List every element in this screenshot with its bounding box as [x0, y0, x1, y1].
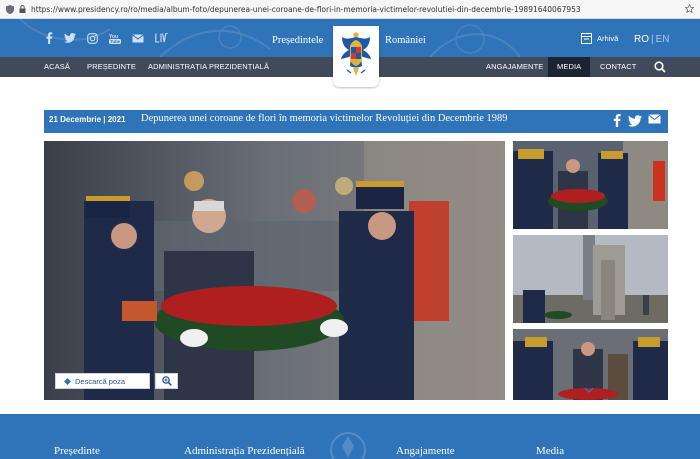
- live-icon[interactable]: [155, 33, 168, 43]
- share-email-icon[interactable]: [648, 114, 661, 124]
- nav-item-administratia[interactable]: ADMINISTRAȚIA PREZIDENȚIALĂ: [148, 57, 269, 77]
- archive-icon: [581, 33, 592, 44]
- page: https://www.presidency.ro/ro/media/album…: [0, 0, 700, 459]
- download-photo-button[interactable]: Descarcă poza: [55, 373, 150, 389]
- thumbnail-image: [513, 235, 668, 323]
- svg-text:Tube: Tube: [110, 39, 120, 44]
- lock-icon: [19, 5, 26, 13]
- footer-crest-watermark: [330, 432, 366, 459]
- shield-icon: [6, 4, 14, 14]
- nav-item-acasa[interactable]: ACASĂ: [44, 57, 70, 77]
- browser-toolbar-icons: [685, 4, 694, 13]
- nav-item-angajamente[interactable]: ANGAJAMENTE: [486, 57, 543, 77]
- main-photo[interactable]: [44, 141, 505, 400]
- download-label: Descarcă poza: [75, 376, 126, 386]
- instagram-icon[interactable]: [87, 32, 98, 44]
- archive-label: Arhivă: [597, 34, 619, 43]
- bookmark-star-icon[interactable]: [685, 4, 694, 13]
- zoom-button[interactable]: [155, 373, 178, 389]
- footer-link-administratia[interactable]: Administrația Prezidențială: [184, 445, 305, 457]
- coat-of-arms-icon: [341, 32, 371, 76]
- facebook-icon[interactable]: [45, 32, 53, 44]
- share-facebook-icon[interactable]: [610, 113, 624, 127]
- twitter-icon[interactable]: [64, 33, 76, 43]
- footer-link-angajamente[interactable]: Angajamente: [396, 445, 455, 457]
- nav-item-presedinte[interactable]: PREȘEDINTE: [87, 57, 136, 77]
- brand-title-left[interactable]: Președintele: [272, 35, 323, 46]
- share-twitter-icon[interactable]: [628, 114, 642, 128]
- site-footer: Președinte Administrația Prezidențială A…: [0, 414, 700, 459]
- gallery-thumbnail[interactable]: [513, 141, 668, 229]
- gallery-thumbnail[interactable]: [513, 235, 668, 323]
- main-photo-image: [44, 141, 505, 400]
- youtube-icon[interactable]: YouTube: [109, 33, 121, 44]
- search-icon[interactable]: [654, 61, 666, 73]
- lang-ro[interactable]: RO: [634, 34, 649, 45]
- zoom-in-icon: [161, 376, 172, 386]
- footer-link-presedinte[interactable]: Președinte: [54, 445, 100, 457]
- email-icon[interactable]: [132, 33, 144, 43]
- archive-link[interactable]: Arhivă: [581, 33, 618, 44]
- footer-link-media[interactable]: Media: [536, 445, 564, 457]
- chevron-down-icon[interactable]: [583, 386, 595, 394]
- thumbnail-image: [513, 141, 668, 229]
- article-title-bar: 21 Decembrie | 2021 Depunerea unei coroa…: [44, 110, 668, 133]
- browser-address-bar[interactable]: https://www.presidency.ro/ro/media/album…: [0, 0, 700, 19]
- nav-item-contact[interactable]: CONTACT: [600, 57, 636, 77]
- url-text[interactable]: https://www.presidency.ro/ro/media/album…: [31, 5, 581, 14]
- coat-of-arms-logo[interactable]: [333, 26, 379, 87]
- article-title: Depunerea unei coroane de flori în memor…: [141, 113, 508, 124]
- lang-en[interactable]: EN: [656, 34, 670, 45]
- lang-separator: |: [651, 34, 654, 45]
- social-links: You Tube: [45, 32, 168, 44]
- diamond-icon: [64, 378, 71, 385]
- article-date: 21 Decembrie | 2021: [49, 115, 126, 124]
- nav-item-media[interactable]: MEDIA: [548, 57, 591, 77]
- language-switcher: RO | EN: [634, 34, 670, 45]
- brand-title-right[interactable]: României: [385, 35, 426, 46]
